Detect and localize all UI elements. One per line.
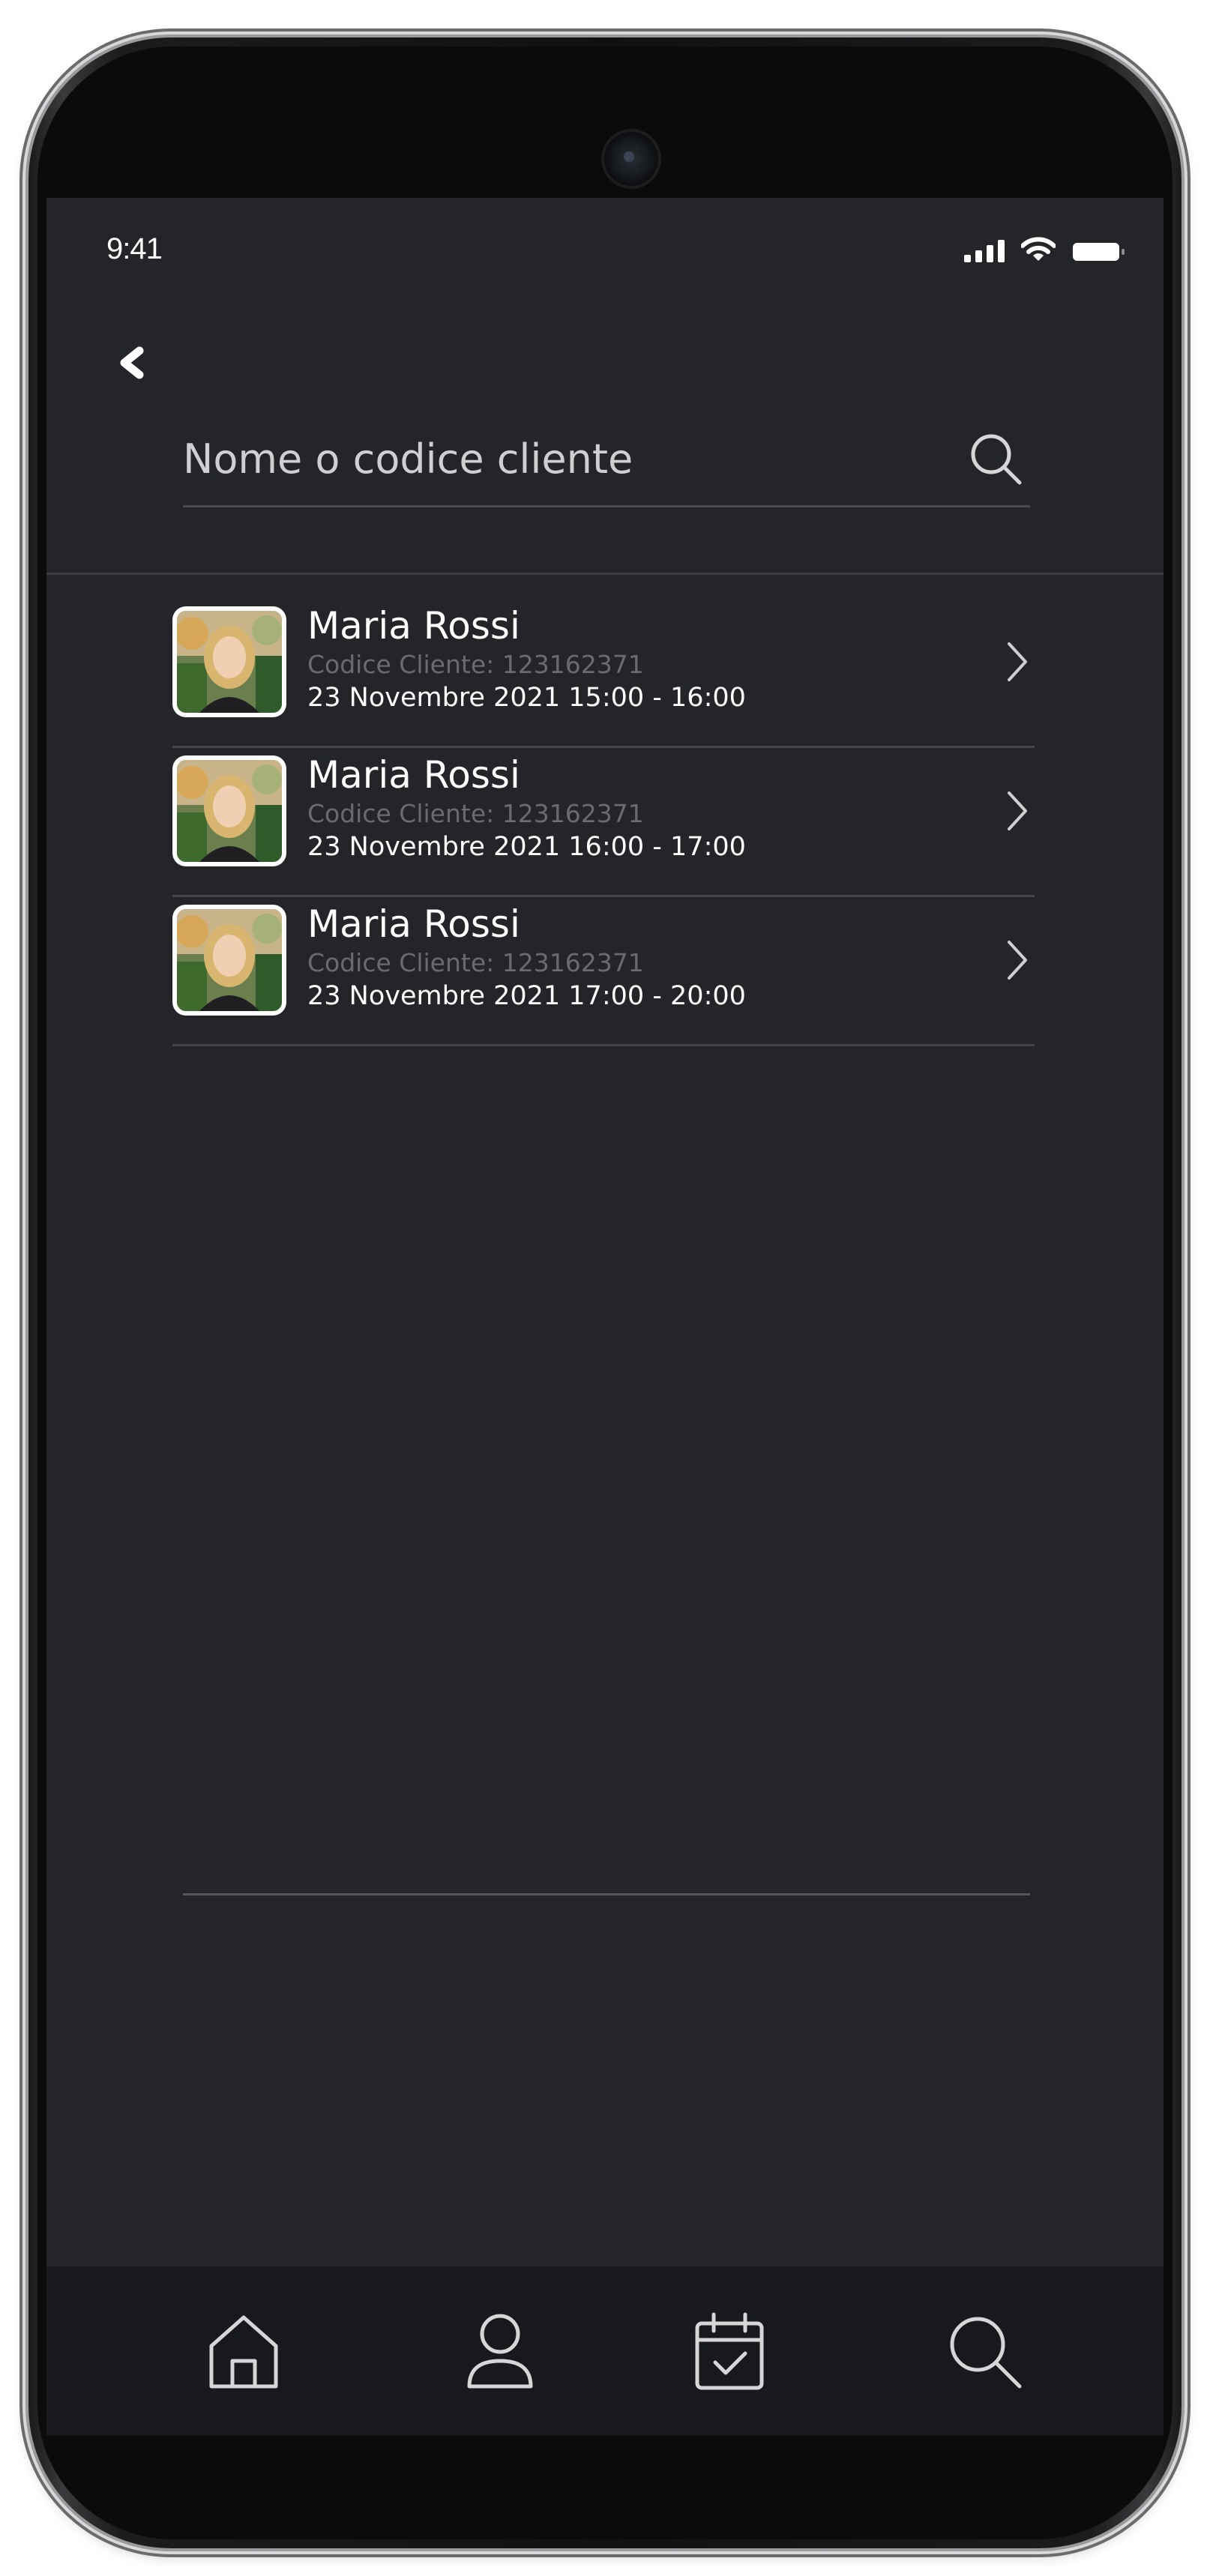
back-button[interactable] xyxy=(106,333,159,393)
client-list-item[interactable]: Maria Rossi Codice Cliente: 123162371 23… xyxy=(172,599,1035,748)
chevron-right-icon xyxy=(1008,791,1027,830)
avatar xyxy=(172,755,286,866)
tab-home[interactable] xyxy=(195,2302,292,2400)
front-camera xyxy=(601,129,661,189)
battery-icon xyxy=(1073,243,1125,261)
appointment-time: 23 Novembre 2021 17:00 - 20:00 xyxy=(307,981,746,1011)
avatar xyxy=(172,606,286,717)
search-bar xyxy=(183,415,1030,507)
status-bar: 9:41 xyxy=(46,198,1164,310)
client-code: Codice Cliente: 123162371 xyxy=(307,799,644,828)
chevron-left-icon xyxy=(120,346,144,379)
tab-profile[interactable] xyxy=(451,2302,549,2400)
client-name: Maria Rossi xyxy=(307,604,520,648)
avatar-photo xyxy=(177,909,282,1011)
client-name: Maria Rossi xyxy=(307,902,520,946)
bottom-tab-bar xyxy=(46,2266,1164,2436)
client-list-item[interactable]: Maria Rossi Codice Cliente: 123162371 23… xyxy=(172,748,1035,897)
header-divider xyxy=(46,573,1164,575)
calendar-check-icon xyxy=(695,2312,764,2390)
search-icon xyxy=(971,434,1022,485)
client-code: Codice Cliente: 123162371 xyxy=(307,948,644,977)
content-divider xyxy=(183,1893,1030,1895)
wifi-icon xyxy=(1021,237,1056,261)
avatar xyxy=(172,905,286,1016)
appointment-time: 23 Novembre 2021 15:00 - 16:00 xyxy=(307,683,746,713)
appointment-time: 23 Novembre 2021 16:00 - 17:00 xyxy=(307,832,746,862)
client-list-item[interactable]: Maria Rossi Codice Cliente: 123162371 23… xyxy=(172,897,1035,1046)
search-icon xyxy=(950,2317,1022,2389)
avatar-photo xyxy=(177,760,282,862)
chevron-right-icon xyxy=(1008,642,1027,681)
status-time: 9:41 xyxy=(106,232,163,265)
search-input[interactable] xyxy=(183,429,903,489)
home-icon xyxy=(209,2315,278,2389)
search-button[interactable] xyxy=(963,426,1030,493)
cellular-signal-icon xyxy=(964,238,1005,262)
avatar-photo xyxy=(177,611,282,713)
tab-search[interactable] xyxy=(936,2302,1033,2400)
chevron-right-icon xyxy=(1008,941,1027,980)
status-icons xyxy=(964,237,1126,262)
app-screen: 9:41 Nome o codice cliente Maria Rossi C… xyxy=(46,198,1164,2436)
client-name: Maria Rossi xyxy=(307,753,520,797)
client-code: Codice Cliente: 123162371 xyxy=(307,650,644,679)
tab-appointments[interactable] xyxy=(681,2302,778,2400)
client-list: Maria Rossi Codice Cliente: 123162371 23… xyxy=(172,599,1035,1046)
user-icon xyxy=(467,2314,533,2389)
search-header xyxy=(46,310,1164,577)
